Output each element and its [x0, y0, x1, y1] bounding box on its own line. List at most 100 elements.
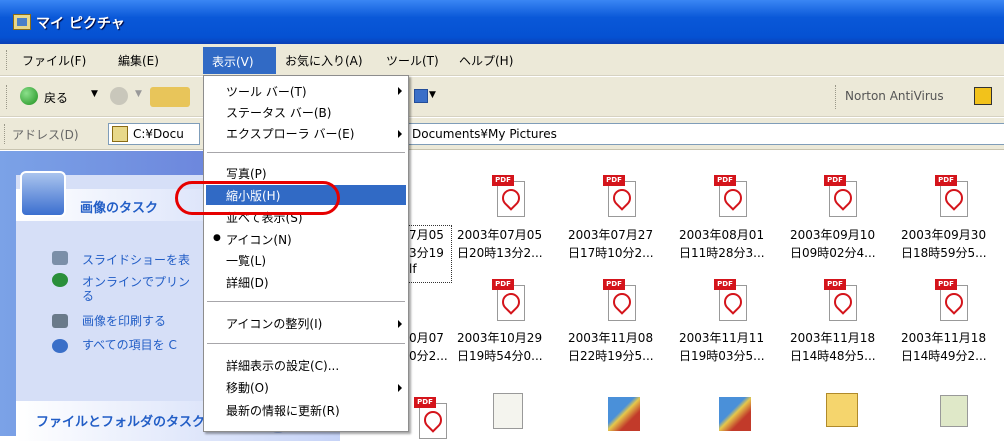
file-label[interactable]: 日19時03分5...: [679, 347, 765, 364]
picture-tasks-icon: [20, 171, 66, 217]
pdf-file-icon[interactable]: PDF: [414, 397, 448, 439]
paint-file-icon[interactable]: [719, 397, 751, 431]
task-copy-all[interactable]: すべての項目を C: [82, 336, 177, 353]
file-label[interactable]: 日17時10分2...: [568, 244, 654, 261]
file-label[interactable]: 日11時28分3...: [679, 244, 765, 261]
back-dropdown-icon[interactable]: ▼: [91, 89, 98, 99]
norton-icon[interactable]: [974, 87, 992, 105]
file-label[interactable]: 2003年09月30: [901, 226, 986, 243]
online-print-icon: [52, 273, 68, 287]
file-label[interactable]: 2003年10月29: [457, 329, 542, 346]
file-folder-tasks-title: ファイルとフォルダのタスク: [36, 415, 206, 430]
back-arrow-icon[interactable]: [20, 87, 38, 105]
view-menu-explorer-bar[interactable]: エクスプローラ バー(E): [226, 125, 354, 142]
task-online-print-cont[interactable]: る: [82, 287, 94, 304]
view-menu-statusbar[interactable]: ステータス バー(B): [226, 104, 331, 121]
file-label[interactable]: 0分2...: [409, 347, 448, 364]
file-label[interactable]: 2003年08月01: [679, 226, 764, 243]
task-print-pictures[interactable]: 画像を印刷する: [82, 312, 166, 329]
forward-arrow-icon[interactable]: [110, 87, 128, 105]
pdf-file-icon[interactable]: PDF: [824, 175, 858, 217]
pdf-file-icon[interactable]: PDF: [824, 279, 858, 321]
submenu-arrow-icon: [398, 320, 402, 328]
file-label[interactable]: 日18時59分5...: [901, 244, 987, 261]
menu-tools[interactable]: ツール(T): [386, 52, 439, 69]
file-label[interactable]: 7月05: [409, 226, 444, 243]
menu-separator: [207, 343, 405, 344]
file-label[interactable]: 2003年11月18: [790, 329, 875, 346]
toolbar-grip: [6, 85, 9, 109]
file-label[interactable]: 日22時19分5...: [568, 347, 654, 364]
address-label: アドレス(D): [12, 128, 79, 142]
menu-edit[interactable]: 編集(E): [118, 52, 159, 69]
file-label[interactable]: 日14時48分5...: [790, 347, 876, 364]
view-menu-choose-details[interactable]: 詳細表示の設定(C)...: [226, 357, 339, 374]
paint-file-icon[interactable]: [608, 397, 640, 431]
menu-bar: ファイル(F) 編集(E) お気に入り(A) ツール(T) ヘルプ(H): [0, 44, 1004, 76]
copy-all-icon: [52, 339, 68, 353]
title-bar: マイ ピクチャ: [0, 0, 1004, 44]
view-menu-list[interactable]: 一覧(L): [226, 252, 266, 269]
pdf-file-icon[interactable]: PDF: [714, 279, 748, 321]
menu-help[interactable]: ヘルプ(H): [459, 52, 513, 69]
file-label[interactable]: lf: [409, 262, 417, 276]
file-label[interactable]: 日14時49分2...: [901, 347, 987, 364]
view-menu-toolbar[interactable]: ツール バー(T): [226, 83, 307, 100]
pdf-file-icon[interactable]: PDF: [492, 279, 526, 321]
menu-file[interactable]: ファイル(F): [22, 52, 86, 69]
task-online-print[interactable]: オンラインでプリン: [82, 273, 190, 290]
radio-bullet-icon: ●: [213, 233, 221, 243]
back-button-label[interactable]: 戻る: [44, 89, 68, 106]
my-pictures-icon: [13, 14, 31, 30]
menubar-grip: [6, 50, 9, 70]
view-menu-details[interactable]: 詳細(D): [226, 274, 269, 291]
toolbar: 戻る ▼ ▼ ▼ Norton AntiVirus: [0, 77, 1004, 117]
pdf-file-icon[interactable]: PDF: [714, 175, 748, 217]
pdf-file-icon[interactable]: PDF: [603, 279, 637, 321]
up-folder-icon[interactable]: [150, 87, 190, 107]
submenu-arrow-icon: [398, 87, 402, 95]
folder-shortcut-icon[interactable]: [826, 393, 858, 427]
file-label[interactable]: 2003年07月27: [568, 226, 653, 243]
menu-view[interactable]: 表示(V): [203, 47, 276, 74]
file-view: PDF PDF PDF PDF PDF 7月05 3分19 lf 2003年07…: [340, 151, 1004, 439]
file-label[interactable]: 0月07: [409, 329, 444, 346]
pdf-file-icon[interactable]: PDF: [492, 175, 526, 217]
file-label[interactable]: 2003年11月11: [679, 329, 764, 346]
views-dropdown-icon[interactable]: ▼: [429, 90, 436, 100]
file-label[interactable]: 2003年09月10: [790, 226, 875, 243]
pdf-file-icon[interactable]: PDF: [935, 279, 969, 321]
picture-tasks-title: 画像のタスク: [80, 201, 159, 216]
forward-dropdown-icon[interactable]: ▼: [135, 89, 142, 99]
view-menu-filmstrip[interactable]: 写真(P): [226, 165, 267, 182]
task-slideshow[interactable]: スライドショーを表: [82, 251, 190, 268]
norton-label[interactable]: Norton AntiVirus: [845, 89, 944, 103]
file-label[interactable]: 3分19: [409, 244, 444, 261]
pdf-file-icon[interactable]: PDF: [603, 175, 637, 217]
slideshow-icon: [52, 251, 68, 265]
file-label[interactable]: 2003年07月05: [457, 226, 542, 243]
view-menu-icons[interactable]: アイコン(N): [226, 231, 292, 248]
annotation-highlight-oval: [175, 181, 340, 215]
printer-icon: [52, 314, 68, 328]
file-label[interactable]: 2003年11月08: [568, 329, 653, 346]
address-value-left: C:¥Docu: [133, 127, 184, 141]
file-label[interactable]: 日09時02分4...: [790, 244, 876, 261]
folder-small-icon: [112, 126, 128, 142]
menu-view-label: 表示(V): [212, 55, 254, 69]
address-input-right[interactable]: Documents¥My Pictures: [409, 123, 1004, 145]
image-file-icon[interactable]: [493, 393, 523, 429]
view-menu-refresh[interactable]: 最新の情報に更新(R): [226, 402, 340, 419]
views-icon[interactable]: [414, 89, 428, 103]
view-menu-arrange-icons[interactable]: アイコンの整列(I): [226, 315, 322, 332]
pdf-file-icon[interactable]: PDF: [935, 175, 969, 217]
address-input[interactable]: C:¥Docu: [108, 123, 200, 145]
addressbar-grip: [4, 124, 7, 144]
norton-grip: [835, 85, 838, 109]
file-label[interactable]: 日20時13分2...: [457, 244, 543, 261]
menu-favorites[interactable]: お気に入り(A): [285, 52, 363, 69]
file-label[interactable]: 2003年11月18: [901, 329, 986, 346]
view-menu-go-to[interactable]: 移動(O): [226, 379, 269, 396]
image-file-icon[interactable]: [940, 395, 968, 427]
file-label[interactable]: 日19時54分0...: [457, 347, 543, 364]
